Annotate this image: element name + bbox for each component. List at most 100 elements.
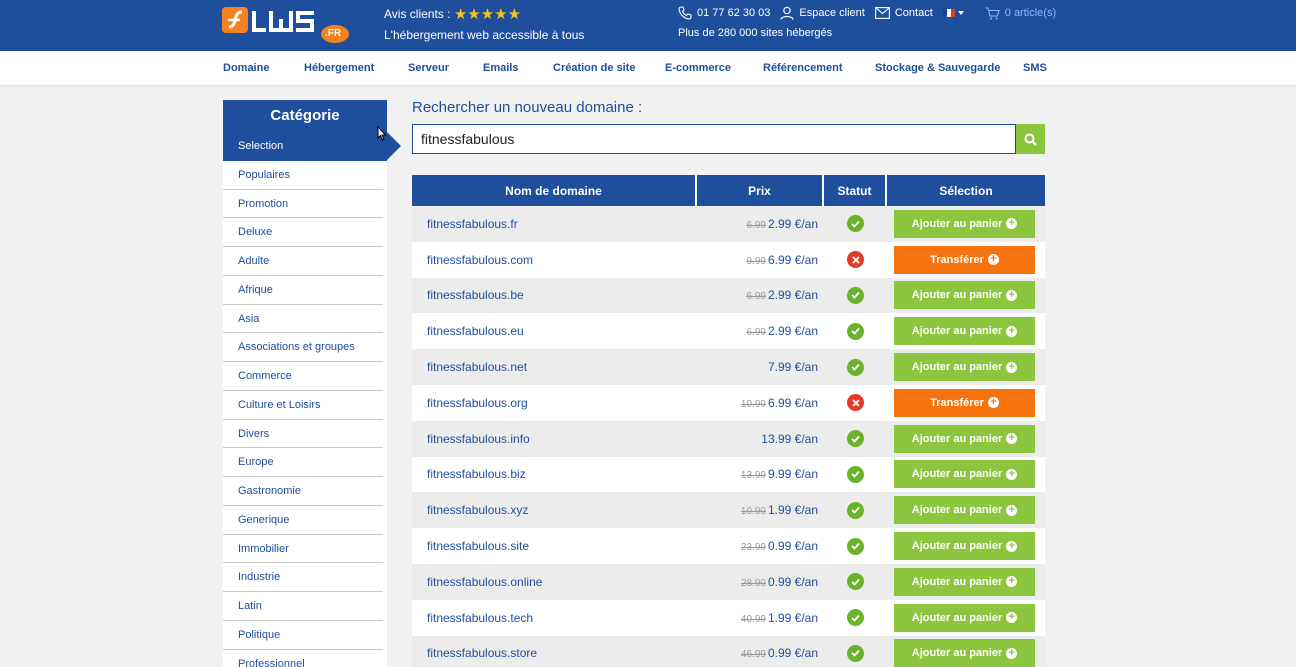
category-item[interactable]: Politique <box>223 621 387 650</box>
category-sidebar: Catégorie Selection Populaires Promotion… <box>223 100 401 667</box>
add-to-cart-button[interactable]: Ajouter au panier + <box>894 639 1035 667</box>
category-item[interactable]: Commerce <box>223 362 387 391</box>
domain-status <box>824 215 887 233</box>
plus-circle-icon: + <box>1006 504 1018 516</box>
old-price: 28.99 <box>740 577 766 589</box>
category-item[interactable]: Associations et groupes <box>223 333 387 362</box>
phone-icon <box>678 6 692 20</box>
cart-link[interactable]: 0 article(s) <box>985 6 1056 20</box>
current-price: 6.99 €/an <box>767 395 818 410</box>
mail-icon <box>874 7 890 19</box>
category-item[interactable]: Adulte <box>223 247 387 276</box>
category-item[interactable]: Immobilier <box>223 535 387 564</box>
add-to-cart-button[interactable]: Ajouter au panier + <box>894 209 1035 238</box>
domain-name[interactable]: fitnessfabulous.tech <box>412 611 697 625</box>
category-item[interactable]: Promotion <box>223 190 387 219</box>
domain-name[interactable]: fitnessfabulous.be <box>412 288 697 302</box>
main-nav: Domaine Hébergement Serveur Emails Créat… <box>0 51 1296 86</box>
domain-name[interactable]: fitnessfabulous.org <box>412 396 697 410</box>
domain-status <box>824 430 887 448</box>
transfer-button[interactable]: Transférer + <box>894 388 1035 417</box>
language-selector[interactable] <box>942 9 969 17</box>
add-to-cart-button[interactable]: Ajouter au panier + <box>894 353 1035 382</box>
category-item[interactable]: Culture et Loisirs <box>223 391 387 420</box>
domain-price: 9.99 6.99 €/an <box>697 253 824 267</box>
transfer-button[interactable]: Transférer + <box>894 245 1035 274</box>
check-circle-icon <box>847 609 864 627</box>
add-to-cart-button[interactable]: Ajouter au panier + <box>894 567 1035 596</box>
add-to-cart-label: Ajouter au panier <box>911 504 1003 517</box>
category-item[interactable]: Europe <box>223 448 387 477</box>
add-to-cart-button[interactable]: Ajouter au panier + <box>894 424 1035 453</box>
search-button[interactable] <box>1016 124 1045 154</box>
old-price: 9.99 <box>746 255 766 267</box>
category-item[interactable]: Afrique <box>223 276 387 305</box>
current-price: 0.99 €/an <box>767 539 818 554</box>
domain-selection: Ajouter au panier + <box>887 209 1045 238</box>
add-to-cart-button[interactable]: Ajouter au panier + <box>894 317 1035 346</box>
add-to-cart-button[interactable]: Ajouter au panier + <box>894 460 1035 489</box>
domain-name[interactable]: fitnessfabulous.site <box>412 539 697 553</box>
contact-area: 01 77 62 30 03 Espace client Contact 0 a… <box>678 6 1066 40</box>
domain-search-input[interactable] <box>412 124 1016 154</box>
category-item[interactable]: Asia <box>223 305 387 334</box>
domain-status <box>824 537 887 555</box>
domain-name[interactable]: fitnessfabulous.biz <box>412 467 697 481</box>
domain-name[interactable]: fitnessfabulous.com <box>412 253 697 267</box>
category-item[interactable]: Selection <box>223 132 401 161</box>
domain-name[interactable]: fitnessfabulous.net <box>412 360 697 374</box>
add-to-cart-button[interactable]: Ajouter au panier + <box>894 603 1035 632</box>
plus-circle-icon: + <box>1006 361 1018 373</box>
check-circle-icon <box>847 573 864 591</box>
plus-circle-icon: + <box>1006 612 1018 624</box>
transfer-label: Transférer <box>930 396 984 409</box>
phone-number: 01 77 62 30 03 <box>697 7 771 19</box>
nav-creation-site[interactable]: Création de site <box>553 62 636 74</box>
nav-domaine[interactable]: Domaine <box>223 62 269 74</box>
tagline: L'hébergement web accessible à tous <box>384 28 585 42</box>
nav-referencement[interactable]: Référencement <box>763 62 842 74</box>
add-to-cart-label: Ajouter au panier <box>911 575 1003 588</box>
nav-emails[interactable]: Emails <box>483 62 518 74</box>
add-to-cart-label: Ajouter au panier <box>911 540 1003 553</box>
domain-selection: Ajouter au panier + <box>887 281 1045 310</box>
domain-name[interactable]: fitnessfabulous.fr <box>412 217 697 231</box>
contact-label: Contact <box>894 7 933 19</box>
plus-circle-icon: + <box>1006 289 1018 301</box>
nav-stockage[interactable]: Stockage & Sauvegarde <box>875 62 1000 74</box>
add-to-cart-button[interactable]: Ajouter au panier + <box>894 281 1035 310</box>
add-to-cart-button[interactable]: Ajouter au panier + <box>894 532 1035 561</box>
account-link[interactable]: Espace client <box>780 6 865 20</box>
category-item[interactable]: Divers <box>223 420 387 449</box>
domain-name[interactable]: fitnessfabulous.xyz <box>412 503 697 517</box>
category-item[interactable]: Populaires <box>223 161 387 190</box>
phone-link[interactable]: 01 77 62 30 03 <box>678 6 770 20</box>
domain-selection: Transférer + <box>887 388 1045 417</box>
old-price: 10.99 <box>740 398 766 410</box>
add-to-cart-button[interactable]: Ajouter au panier + <box>894 496 1035 525</box>
domain-price: 10.99 1.99 €/an <box>697 503 824 517</box>
domain-name[interactable]: fitnessfabulous.info <box>412 432 697 446</box>
contact-link[interactable]: Contact <box>874 6 933 20</box>
category-item[interactable]: Professionnel <box>223 650 387 667</box>
category-item[interactable]: Latin <box>223 592 387 621</box>
table-row: fitnessfabulous.site 23.99 0.99 €/an Ajoute… <box>412 528 1045 564</box>
domain-selection: Ajouter au panier + <box>887 496 1045 525</box>
category-item[interactable]: Deluxe <box>223 218 387 247</box>
domain-name[interactable]: fitnessfabulous.store <box>412 646 697 660</box>
customer-reviews[interactable]: Avis clients : ★★★★★ L'hébergement web a… <box>384 6 584 43</box>
plus-circle-icon: + <box>987 397 999 409</box>
nav-hebergement[interactable]: Hébergement <box>304 62 374 74</box>
nav-serveur[interactable]: Serveur <box>408 62 449 74</box>
nav-sms[interactable]: SMS <box>1023 62 1047 74</box>
category-item[interactable]: Generique <box>223 506 387 535</box>
lws-logo[interactable]: .FR <box>222 5 350 45</box>
domain-name[interactable]: fitnessfabulous.online <box>412 575 697 589</box>
header-domain: Nom de domaine <box>412 175 697 206</box>
category-item[interactable]: Gastronomie <box>223 477 387 506</box>
nav-ecommerce[interactable]: E-commerce <box>665 62 731 74</box>
domain-name[interactable]: fitnessfabulous.eu <box>412 324 697 338</box>
check-circle-icon <box>847 537 864 555</box>
table-row: fitnessfabulous.eu 6.99 2.99 €/an Ajouter a… <box>412 313 1045 350</box>
category-item[interactable]: Industrie <box>223 563 387 592</box>
